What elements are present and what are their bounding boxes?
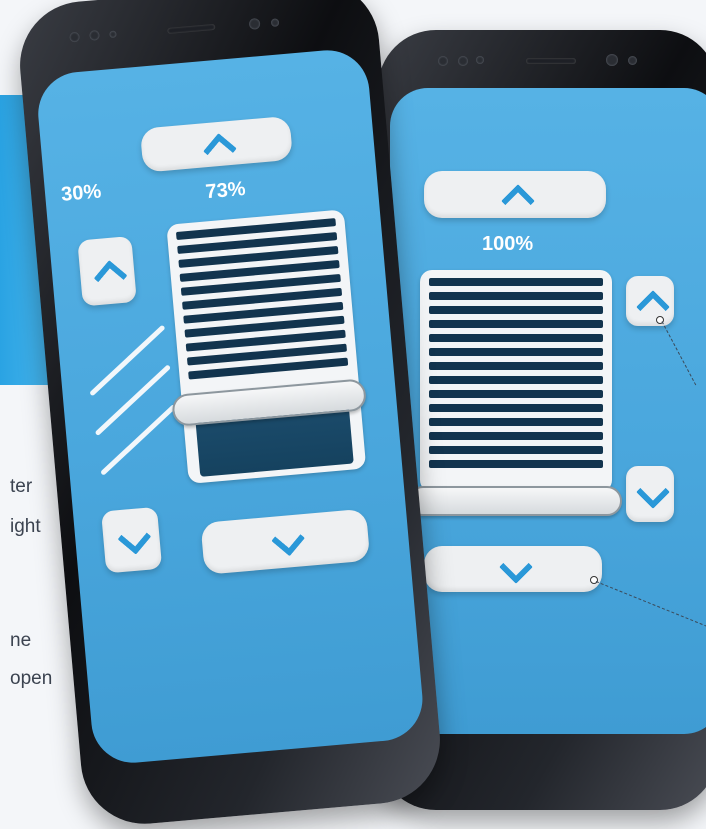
tilt-line [94,364,172,437]
chevron-down-icon [271,522,306,557]
side-up-button[interactable] [77,235,137,307]
callout-dot [590,576,598,584]
raise-blind-button[interactable] [424,171,606,218]
blind-bottom-rail[interactable] [408,486,622,516]
tilt-line [100,403,177,476]
blind-visual [420,270,612,492]
screen-right: 100% [390,88,706,734]
chevron-up-icon [203,133,237,167]
sensor-icon [438,56,448,66]
blind-slat [429,418,603,426]
sensor-icon [69,31,80,43]
blind-slat [429,348,603,356]
tilt-line [89,324,166,397]
sensor-icon [89,29,100,41]
side-down-button[interactable] [101,506,163,574]
blind-slat [429,390,603,398]
side-up-button[interactable] [626,276,674,326]
blind-level-label: 100% [482,233,534,255]
chevron-down-icon [636,475,670,509]
front-camera-icon [248,17,261,30]
speaker-grille [167,23,216,35]
sensor-icon [476,56,484,64]
blind-slat [429,446,603,454]
chevron-up-icon [636,290,670,324]
blind-slat [429,376,603,384]
blind-slat [429,306,603,314]
sensor-icon [628,56,637,65]
tilt-percent-label: 30% [60,180,103,206]
blind-slat [429,334,603,342]
chevron-up-icon [501,183,535,218]
blind-slat [429,404,603,412]
blind-slat [429,432,603,440]
sensor-icon [109,30,117,39]
chevron-down-icon [117,520,152,555]
blind-slat [429,320,603,328]
blind-slat [429,292,603,300]
background-text-fragment: ight [10,516,41,537]
background-text-fragment: open [10,668,53,689]
chevron-up-icon [93,260,128,294]
blind-slats [429,278,603,474]
lower-blind-button[interactable] [200,508,371,575]
background-text-fragment: ter [10,476,33,497]
background-text-fragment: ne [10,630,32,651]
blind-visual [166,209,367,484]
blind-slats [175,218,349,385]
blind-slat [429,362,603,370]
callout-line [595,581,706,629]
blind-slat [429,278,603,286]
phone-left: 30% 73% [14,0,446,829]
front-camera-icon [606,54,618,66]
side-down-button[interactable] [626,466,674,522]
chevron-down-icon [499,550,533,584]
sensor-icon [458,56,468,66]
screen-left: 30% 73% [34,46,426,767]
callout-line [661,321,697,386]
speaker-grille [526,58,576,64]
blind-level-label: 73% [204,177,247,204]
blind-slat [429,460,603,468]
lower-blind-button[interactable] [424,546,602,592]
raise-blind-button[interactable] [139,115,294,173]
sensor-icon [270,18,280,27]
